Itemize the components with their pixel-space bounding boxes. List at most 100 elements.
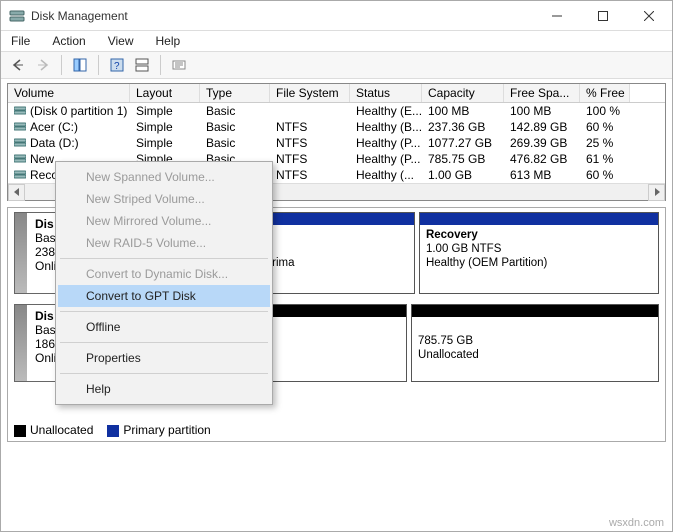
- volume-name: Acer (C:): [30, 120, 78, 134]
- volume-pctfree: 100 %: [580, 104, 630, 118]
- toolbar: ?: [1, 51, 672, 79]
- menu-item-properties[interactable]: Properties: [58, 347, 270, 369]
- volume-icon: [14, 105, 28, 115]
- volume-status: Healthy (P...: [350, 152, 422, 166]
- volume-row[interactable]: (Disk 0 partition 1)SimpleBasic Healthy (…: [8, 103, 665, 119]
- volume-layout: Simple: [130, 104, 200, 118]
- volume-capacity: 100 MB: [422, 104, 504, 118]
- watermark: wsxdn.com: [609, 517, 664, 529]
- partition[interactable]: 785.75 GB Unallocated: [411, 304, 659, 382]
- col-layout[interactable]: Layout: [130, 84, 200, 102]
- volume-name: Reco: [30, 168, 58, 182]
- col-capacity[interactable]: Capacity: [422, 84, 504, 102]
- partition-stripe: [412, 305, 658, 317]
- legend-label: Unallocated: [30, 423, 93, 437]
- volume-row[interactable]: Data (D:)SimpleBasicNTFSHealthy (P...107…: [8, 135, 665, 151]
- volume-icon: [14, 153, 28, 163]
- menu-item-offline[interactable]: Offline: [58, 316, 270, 338]
- volume-layout: Simple: [130, 136, 200, 150]
- volume-free: 476.82 GB: [504, 152, 580, 166]
- menu-item-new-mirrored[interactable]: New Mirrored Volume...: [58, 210, 270, 232]
- volume-free: 142.89 GB: [504, 120, 580, 134]
- menu-action[interactable]: Action: [48, 33, 89, 49]
- separator: [160, 55, 161, 75]
- menu-item-new-spanned[interactable]: New Spanned Volume...: [58, 166, 270, 188]
- menu-item-convert-gpt[interactable]: Convert to GPT Disk: [58, 285, 270, 307]
- toolbar-settings-icon[interactable]: [168, 54, 190, 76]
- legend-label: Primary partition: [123, 423, 210, 437]
- volume-icon: [14, 121, 28, 131]
- volume-capacity: 1077.27 GB: [422, 136, 504, 150]
- partition-label: Recovery: [426, 229, 478, 241]
- menu-view[interactable]: View: [104, 33, 138, 49]
- volume-pctfree: 61 %: [580, 152, 630, 166]
- volume-status: Healthy (B...: [350, 120, 422, 134]
- separator: [98, 55, 99, 75]
- volume-type: Basic: [200, 136, 270, 150]
- volume-icon: [14, 169, 28, 179]
- back-button[interactable]: [7, 54, 29, 76]
- menu-file[interactable]: File: [7, 33, 34, 49]
- menu-item-help[interactable]: Help: [58, 378, 270, 400]
- col-freespace[interactable]: Free Spa...: [504, 84, 580, 102]
- volume-status: Healthy (E...: [350, 104, 422, 118]
- disk-title: Dis: [35, 309, 54, 323]
- volume-free: 100 MB: [504, 104, 580, 118]
- scroll-left-icon[interactable]: [8, 184, 25, 201]
- volume-name: (Disk 0 partition 1): [30, 104, 127, 118]
- volume-layout: Simple: [130, 120, 200, 134]
- legend: Unallocated Primary partition: [14, 423, 211, 437]
- partition-stripe: [420, 213, 658, 225]
- app-icon: [9, 8, 25, 24]
- col-volume[interactable]: Volume: [8, 84, 130, 102]
- volume-filesystem: NTFS: [270, 136, 350, 150]
- forward-button[interactable]: [32, 54, 54, 76]
- scroll-right-icon[interactable]: [648, 184, 665, 201]
- volume-status: Healthy (...: [350, 168, 422, 182]
- volume-filesystem: NTFS: [270, 152, 350, 166]
- legend-swatch-unallocated: [14, 425, 26, 437]
- menu-item-convert-dynamic[interactable]: Convert to Dynamic Disk...: [58, 263, 270, 285]
- col-filesystem[interactable]: File System: [270, 84, 350, 102]
- partition[interactable]: Recovery 1.00 GB NTFS Healthy (OEM Parti…: [419, 212, 659, 294]
- volume-name: New: [30, 152, 54, 166]
- volume-capacity: 237.36 GB: [422, 120, 504, 134]
- volume-capacity: 785.75 GB: [422, 152, 504, 166]
- menu-separator: [60, 342, 268, 343]
- volume-pctfree: 60 %: [580, 168, 630, 182]
- col-status[interactable]: Status: [350, 84, 422, 102]
- volume-filesystem: NTFS: [270, 168, 350, 182]
- partition-size: 1.00 GB NTFS: [426, 243, 501, 255]
- volume-type: Basic: [200, 104, 270, 118]
- col-type[interactable]: Type: [200, 84, 270, 102]
- volume-filesystem: NTFS: [270, 120, 350, 134]
- partition-status: Unallocated: [418, 349, 479, 361]
- toolbar-split-icon[interactable]: [131, 54, 153, 76]
- volume-icon: [14, 137, 28, 147]
- title-bar: Disk Management: [1, 1, 672, 31]
- menu-separator: [60, 311, 268, 312]
- menu-separator: [60, 258, 268, 259]
- col-pctfree[interactable]: % Free: [580, 84, 630, 102]
- legend-swatch-primary: [107, 425, 119, 437]
- separator: [61, 55, 62, 75]
- volume-row[interactable]: Acer (C:)SimpleBasicNTFSHealthy (B...237…: [8, 119, 665, 135]
- volume-pctfree: 60 %: [580, 120, 630, 134]
- disk-title: Dis: [35, 217, 54, 231]
- menu-bar: File Action View Help: [1, 31, 672, 51]
- minimize-button[interactable]: [534, 1, 580, 31]
- help-icon[interactable]: ?: [106, 54, 128, 76]
- window-title: Disk Management: [31, 9, 534, 23]
- menu-help[interactable]: Help: [152, 33, 185, 49]
- volume-status: Healthy (P...: [350, 136, 422, 150]
- close-button[interactable]: [626, 1, 672, 31]
- menu-separator: [60, 373, 268, 374]
- volume-capacity: 1.00 GB: [422, 168, 504, 182]
- maximize-button[interactable]: [580, 1, 626, 31]
- menu-item-new-striped[interactable]: New Striped Volume...: [58, 188, 270, 210]
- toolbar-view-icon[interactable]: [69, 54, 91, 76]
- volume-list-header: Volume Layout Type File System Status Ca…: [8, 84, 665, 103]
- volume-free: 613 MB: [504, 168, 580, 182]
- svg-text:?: ?: [114, 61, 120, 72]
- menu-item-new-raid5[interactable]: New RAID-5 Volume...: [58, 232, 270, 254]
